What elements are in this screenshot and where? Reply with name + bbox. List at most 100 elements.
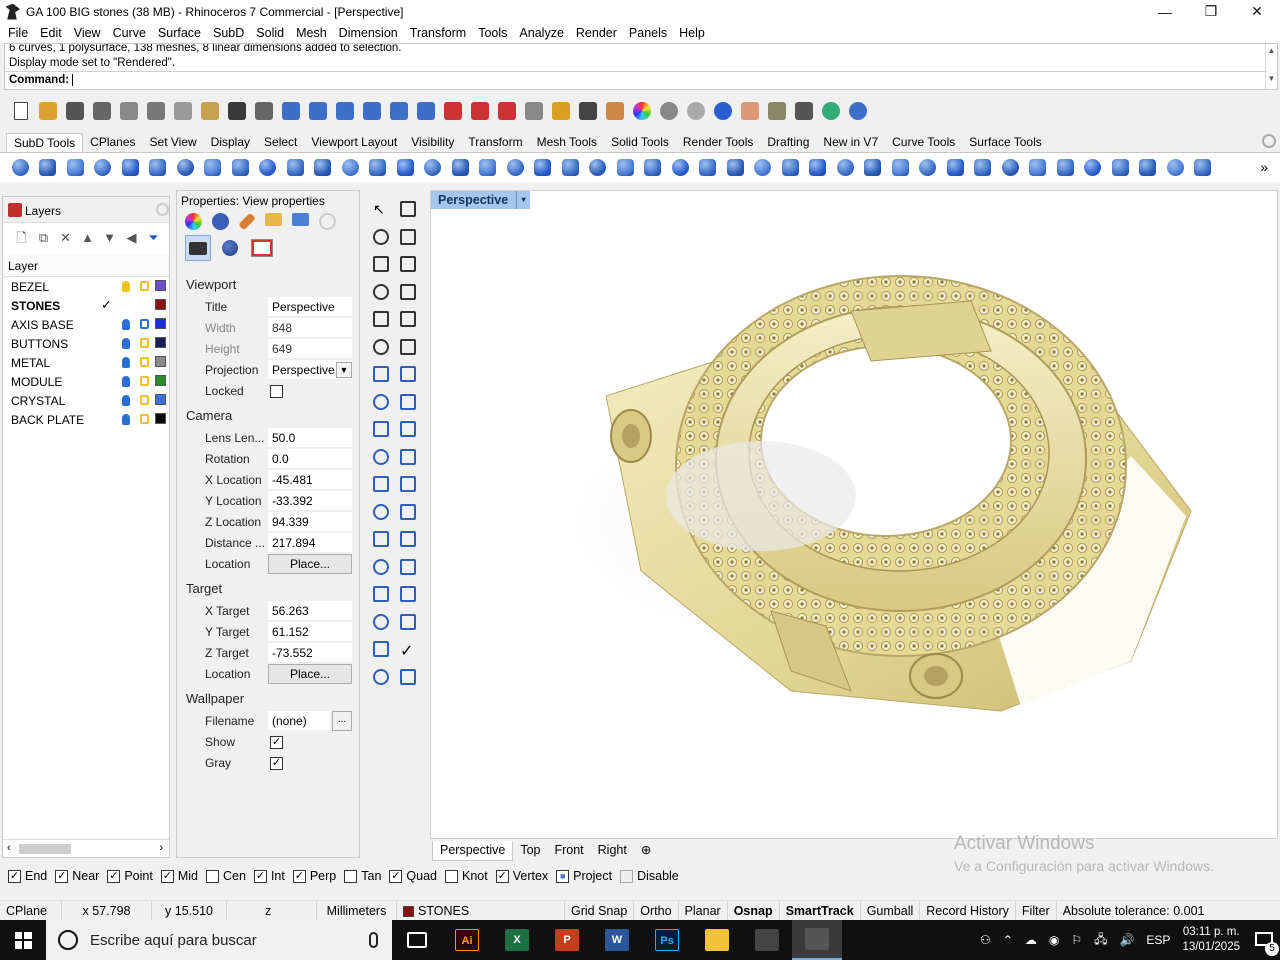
layer-row-back-plate[interactable]: BACK PLATE (3, 410, 169, 429)
tab-drafting[interactable]: Drafting (760, 133, 816, 152)
target-place-button[interactable]: Place... (268, 664, 352, 684)
toolbar-options-gear-icon[interactable] (1262, 134, 1276, 148)
snap-point-icon[interactable] (737, 99, 762, 124)
render-sphere-gray-icon[interactable] (656, 99, 681, 124)
polygon-icon[interactable] (370, 281, 392, 303)
lock-icon[interactable] (140, 395, 149, 405)
lock-icon[interactable] (140, 338, 149, 348)
osnap-knot[interactable]: Knot (445, 869, 488, 883)
menu-view[interactable]: View (68, 26, 107, 40)
taskbar-calculator-icon[interactable] (742, 920, 792, 960)
language-indicator[interactable]: ESP (1146, 933, 1170, 947)
viewport-tab-front[interactable]: Front (547, 841, 590, 861)
osnap-project[interactable]: ■ Project (556, 869, 612, 883)
new-layer-icon[interactable]: 🗋 (13, 229, 30, 246)
osnap-cen[interactable]: Cen (206, 869, 246, 883)
tab-surface-tools[interactable]: Surface Tools (962, 133, 1049, 152)
gumball-icon[interactable] (397, 611, 419, 633)
point-icon[interactable] (397, 198, 419, 220)
subd-lattice-icon[interactable] (943, 155, 968, 180)
visibility-bulb-icon[interactable] (122, 376, 130, 387)
tab-new-in-v7[interactable]: New in V7 (816, 133, 885, 152)
tab-visibility[interactable]: Visibility (404, 133, 461, 152)
units-label[interactable]: Millimeters (317, 900, 397, 921)
open-file-icon[interactable] (35, 99, 60, 124)
viewport-tab-right[interactable]: Right (591, 841, 634, 861)
transform-box-icon[interactable] (370, 336, 392, 358)
subd-multipipe-icon[interactable] (256, 155, 281, 180)
menu-surface[interactable]: Surface (152, 26, 207, 40)
layer-color-swatch[interactable] (155, 356, 166, 367)
move-layer-up-icon[interactable]: ▲ (79, 229, 96, 246)
rectangle-curve-icon[interactable] (397, 226, 419, 248)
cplane-icon[interactable] (521, 99, 546, 124)
osnap-perp[interactable]: ✓ Perp (292, 869, 336, 883)
subd-offset-icon[interactable] (531, 155, 556, 180)
tab-select[interactable]: Select (257, 133, 304, 152)
y-location-field[interactable]: -33.392 (268, 491, 352, 511)
subd-face-icon[interactable] (861, 155, 886, 180)
paint-icon[interactable] (397, 666, 419, 688)
osnap-vertex[interactable]: ✓ Vertex (495, 869, 548, 883)
filter-layers-icon[interactable]: ⏷ (145, 229, 162, 246)
group-icon[interactable] (370, 473, 392, 495)
import-icon[interactable] (116, 99, 141, 124)
zoom-icon[interactable] (305, 99, 330, 124)
subd-insert-icon[interactable] (586, 155, 611, 180)
align-icon[interactable] (397, 583, 419, 605)
distance-field[interactable]: 217.894 (268, 533, 352, 553)
viewport-tab-top[interactable]: Top (513, 841, 547, 861)
cylinder-icon[interactable] (370, 391, 392, 413)
select-arrow-icon[interactable]: ↖ (370, 198, 392, 220)
cut-icon[interactable] (143, 99, 168, 124)
menu-dimension[interactable]: Dimension (333, 26, 404, 40)
notification-center-icon[interactable]: 5 (1250, 920, 1280, 960)
fillet-icon[interactable] (370, 501, 392, 523)
osnap-int[interactable]: ✓ Int (253, 869, 285, 883)
polygon-2-icon[interactable] (370, 308, 392, 330)
layer-row-buttons[interactable]: BUTTONS (3, 334, 169, 353)
menu-solid[interactable]: Solid (250, 26, 290, 40)
panel-gear-icon[interactable] (156, 203, 169, 216)
subd-tube-icon[interactable] (366, 155, 391, 180)
subd-loft-icon[interactable] (283, 155, 308, 180)
grid-icon[interactable] (370, 611, 392, 633)
people-icon[interactable]: ⚇ (980, 933, 991, 947)
maximize-button[interactable]: ❐ (1188, 0, 1234, 23)
array-icon[interactable] (370, 556, 392, 578)
subd-bridge-icon[interactable] (448, 155, 473, 180)
car-named-view-icon[interactable] (440, 99, 465, 124)
material-icon[interactable] (212, 213, 229, 230)
color-wheel-icon[interactable] (629, 99, 654, 124)
layers-horizontal-scrollbar[interactable]: ‹ › (3, 839, 169, 857)
panel-gear-icon[interactable] (319, 213, 336, 230)
text-icon[interactable] (370, 528, 392, 550)
taskbar-rhino-icon[interactable] (792, 920, 842, 960)
move-layer-down-icon[interactable]: ▼ (101, 229, 118, 246)
subd-symmetry-icon[interactable] (751, 155, 776, 180)
layer-row-module[interactable]: MODULE (3, 372, 169, 391)
tray-app-icon[interactable]: ☁ (1025, 933, 1037, 947)
command-scrollbar[interactable]: ▲ ▼ (1265, 44, 1277, 89)
layer-color-swatch[interactable] (155, 318, 166, 329)
smarttrack-toggle[interactable]: SmartTrack (780, 900, 861, 921)
visibility-bulb-icon[interactable] (122, 357, 130, 368)
rotate-icon[interactable] (397, 336, 419, 358)
volume-icon[interactable]: 🔊 (1119, 933, 1134, 947)
surface-icon[interactable] (397, 391, 419, 413)
osnap-mid-checkbox[interactable]: ✓ (160, 869, 174, 883)
osnap-point-checkbox[interactable]: ✓ (107, 869, 121, 883)
tab-mesh-tools[interactable]: Mesh Tools (530, 133, 604, 152)
pan-icon[interactable] (251, 99, 276, 124)
light-burst-icon[interactable] (370, 418, 392, 440)
subd-end-icon[interactable] (1191, 155, 1216, 180)
curve-fillet-icon[interactable] (397, 501, 419, 523)
visibility-bulb-icon[interactable] (122, 395, 130, 406)
tab-render-tools[interactable]: Render Tools (676, 133, 761, 152)
new-file-icon[interactable] (8, 99, 33, 124)
layer-row-axis-base[interactable]: AXIS BASE (3, 315, 169, 334)
subd-globe-icon[interactable] (1108, 155, 1133, 180)
subd-ellipsoid-icon[interactable] (173, 155, 198, 180)
current-layer-indicator[interactable]: STONES (397, 900, 565, 921)
layer-color-swatch[interactable] (155, 394, 166, 405)
